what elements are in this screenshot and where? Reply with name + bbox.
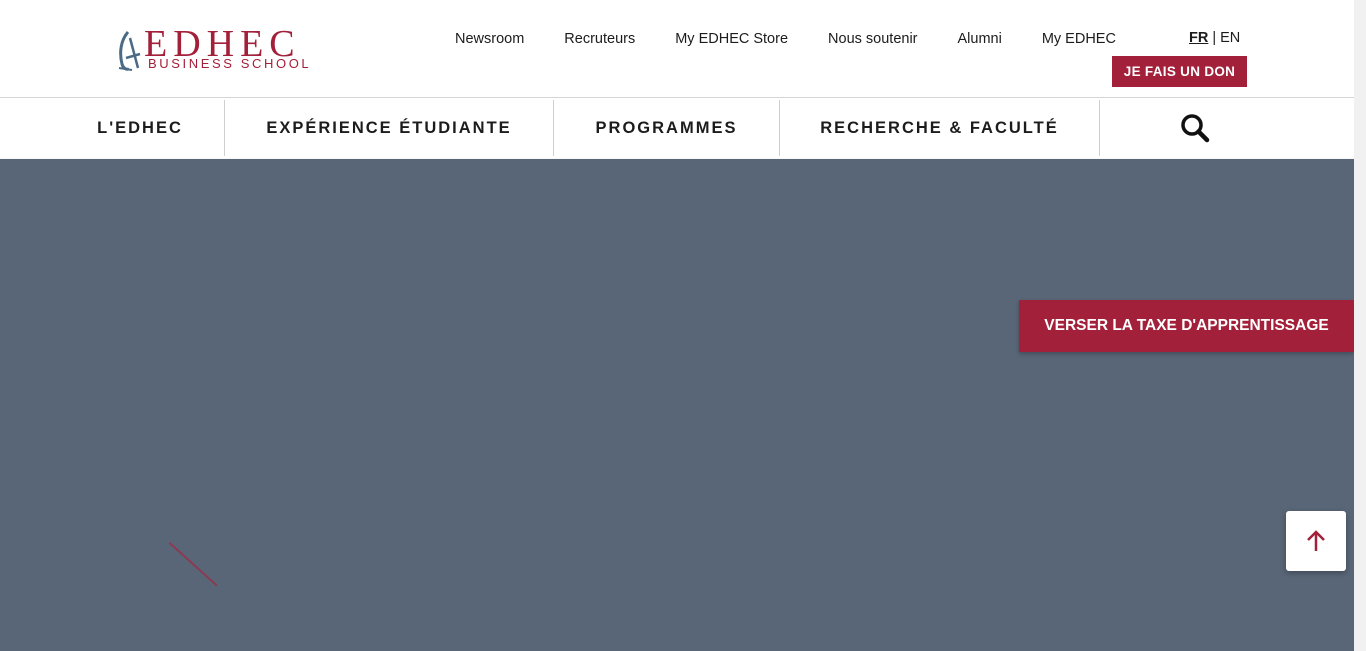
nav-item-edhec[interactable]: L'EDHEC xyxy=(76,98,204,158)
utility-link-newsroom[interactable]: Newsroom xyxy=(455,31,524,47)
language-separator: | xyxy=(1212,30,1217,46)
nav-item-programmes[interactable]: PROGRAMMES xyxy=(554,98,779,158)
utility-link-my-edhec[interactable]: My EDHEC xyxy=(1042,31,1116,47)
page-scrollbar[interactable] xyxy=(1354,0,1366,651)
nav-item-experience-etudiante[interactable]: EXPÉRIENCE ÉTUDIANTE xyxy=(225,98,553,158)
donate-button[interactable]: JE FAIS UN DON xyxy=(1112,56,1247,87)
language-fr-link[interactable]: FR xyxy=(1189,30,1208,46)
hero-banner: VERSER LA TAXE D'APPRENTISSAGE xyxy=(0,159,1354,651)
utility-link-store[interactable]: My EDHEC Store xyxy=(675,31,788,47)
language-en-link[interactable]: EN xyxy=(1220,30,1240,46)
utility-link-recruteurs[interactable]: Recruteurs xyxy=(564,31,635,47)
taxe-apprentissage-button[interactable]: VERSER LA TAXE D'APPRENTISSAGE xyxy=(1019,300,1354,352)
edhec-logo[interactable]: EDHEC BUSINESS SCHOOL xyxy=(116,25,318,76)
utility-link-nous-soutenir[interactable]: Nous soutenir xyxy=(828,31,917,47)
arrow-up-icon xyxy=(1307,530,1325,551)
search-button[interactable] xyxy=(1176,110,1214,146)
search-icon xyxy=(1181,114,1210,143)
utility-nav: Newsroom Recruteurs My EDHEC Store Nous … xyxy=(435,31,1136,47)
logo-subtitle: BUSINESS SCHOOL xyxy=(148,56,312,71)
logo-emblem-icon xyxy=(118,31,141,71)
nav-divider xyxy=(1099,100,1100,156)
language-switcher: FR | EN xyxy=(1189,30,1240,46)
nav-item-recherche-faculte[interactable]: RECHERCHE & FACULTÉ xyxy=(780,98,1099,158)
main-nav: L'EDHEC EXPÉRIENCE ÉTUDIANTE PROGRAMMES … xyxy=(0,98,1354,158)
hero-decorative-line xyxy=(168,542,218,587)
top-header: EDHEC BUSINESS SCHOOL Newsroom Recruteur… xyxy=(0,0,1354,98)
utility-link-alumni[interactable]: Alumni xyxy=(958,31,1002,47)
page: EDHEC BUSINESS SCHOOL Newsroom Recruteur… xyxy=(0,0,1366,651)
back-to-top-button[interactable] xyxy=(1286,511,1346,571)
